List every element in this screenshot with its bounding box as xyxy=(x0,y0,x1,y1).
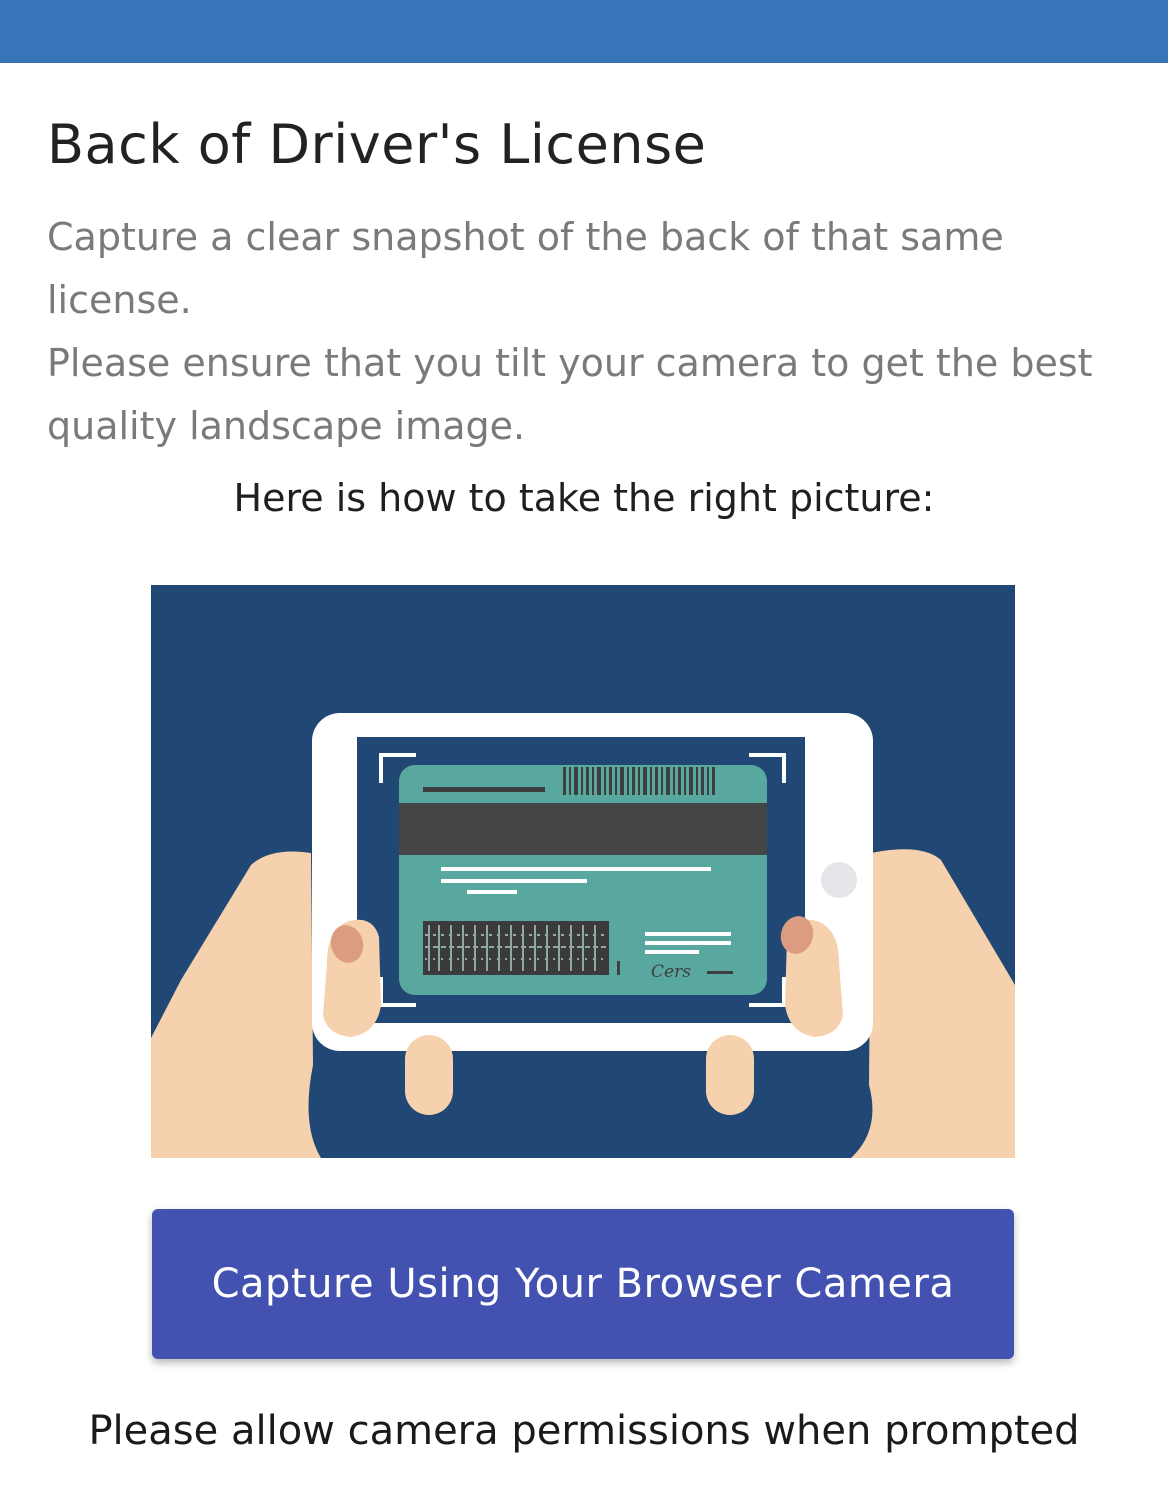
capture-browser-camera-button[interactable]: Capture Using Your Browser Camera xyxy=(152,1209,1014,1359)
instructions-description: Capture a clear snapshot of the back of … xyxy=(47,206,1132,458)
card-right-line-1 xyxy=(645,932,731,936)
left-finger-1 xyxy=(405,1035,453,1115)
card-signature: Cers xyxy=(651,962,691,982)
right-finger-1 xyxy=(706,1035,754,1115)
license-capture-illustration: Cers xyxy=(151,585,1015,1158)
top-header-bar xyxy=(0,0,1168,63)
card-text-line-3 xyxy=(467,890,517,894)
card-text-line-1 xyxy=(441,867,711,871)
camera-permission-note: Please allow camera permissions when pro… xyxy=(88,1408,1080,1454)
phone-capture-illustration-svg: Cers xyxy=(151,585,1015,1158)
card-small-mark xyxy=(617,961,620,975)
howto-heading: Here is how to take the right picture: xyxy=(233,476,935,520)
card-top-line xyxy=(423,787,545,792)
page-title: Back of Driver's License xyxy=(47,113,707,176)
card-right-line-3 xyxy=(645,950,699,954)
card-text-line-2 xyxy=(441,879,587,883)
card-right-line-2 xyxy=(645,941,731,945)
description-line-1: Capture a clear snapshot of the back of … xyxy=(47,215,1004,322)
description-line-2: Please ensure that you tilt your camera … xyxy=(47,341,1093,448)
card-magnetic-stripe xyxy=(399,803,767,855)
phone-home-button xyxy=(821,862,857,898)
card-signature-line xyxy=(707,971,733,974)
